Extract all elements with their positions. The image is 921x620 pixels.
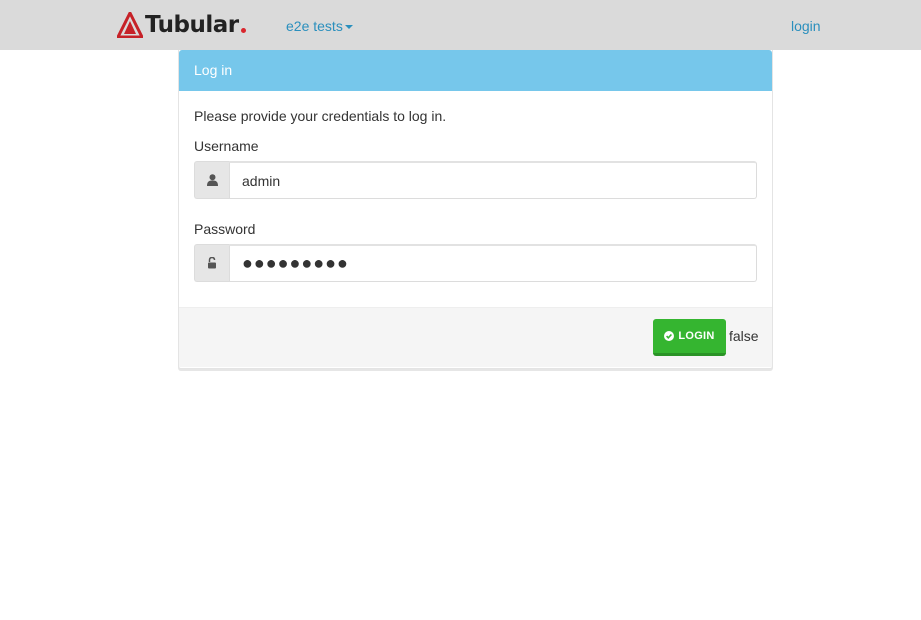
login-button-label: LOGIN bbox=[678, 330, 715, 342]
user-icon bbox=[194, 161, 229, 199]
project-dropdown-label: e2e tests bbox=[286, 18, 343, 34]
panel-heading: Log in bbox=[179, 50, 772, 91]
brand-logo[interactable]: Tubular bbox=[117, 11, 246, 39]
username-label: Username bbox=[194, 138, 259, 154]
brand-dot bbox=[240, 27, 246, 33]
top-navbar: Tubular e2e tests login bbox=[0, 0, 921, 50]
panel-footer: LOGIN false bbox=[179, 307, 772, 367]
password-input[interactable] bbox=[229, 244, 757, 282]
password-input-group bbox=[194, 244, 757, 282]
password-label: Password bbox=[194, 221, 256, 237]
login-instructions: Please provide your credentials to log i… bbox=[194, 108, 447, 124]
check-circle-icon bbox=[664, 331, 675, 341]
brand-name: Tubular bbox=[145, 12, 239, 38]
username-input-group bbox=[194, 161, 757, 199]
username-input[interactable] bbox=[229, 161, 757, 199]
nav-login-link[interactable]: login bbox=[791, 16, 821, 36]
login-result-text: false bbox=[729, 328, 759, 344]
login-button[interactable]: LOGIN bbox=[653, 319, 726, 356]
unlock-icon bbox=[194, 244, 229, 282]
panel-body: Please provide your credentials to log i… bbox=[179, 91, 772, 297]
project-dropdown[interactable]: e2e tests bbox=[286, 16, 353, 36]
login-panel: Log in Please provide your credentials t… bbox=[178, 50, 773, 369]
tubular-logo-icon bbox=[117, 12, 143, 38]
caret-down-icon bbox=[344, 25, 353, 29]
